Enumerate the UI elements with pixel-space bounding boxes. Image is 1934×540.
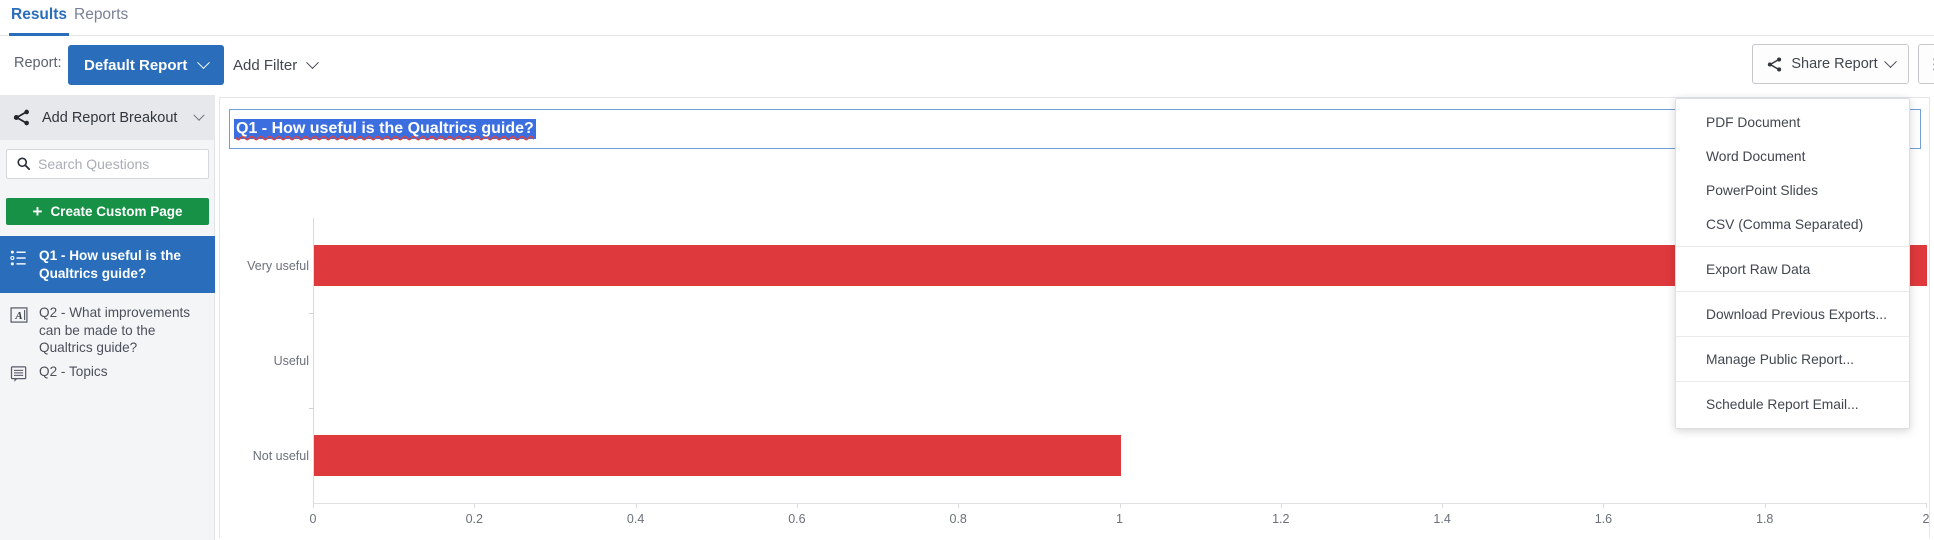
search-box[interactable] — [6, 148, 209, 179]
topics-comment-icon — [10, 366, 27, 382]
share-report-button[interactable]: Share Report — [1752, 44, 1909, 84]
menu-separator — [1676, 291, 1909, 292]
share-nodes-icon — [13, 109, 29, 126]
default-report-button[interactable]: Default Report — [68, 45, 225, 85]
sidebar-item-q1[interactable]: Q1 - How useful is the Qualtrics guide? — [0, 236, 215, 293]
share-menu-item[interactable]: PDF Document — [1676, 105, 1909, 139]
share-report-label: Share Report — [1791, 56, 1878, 72]
create-custom-page-label: Create Custom Page — [50, 204, 183, 219]
x-axis-tick-mark — [474, 503, 476, 508]
x-axis-tick-mark — [313, 503, 314, 508]
share-report-menu: PDF Document Word Document PowerPoint Slid… — [1675, 98, 1910, 429]
y-axis-tick-mark — [309, 408, 314, 409]
add-report-breakout-label: Add Report Breakout — [42, 109, 178, 126]
report-label: Report: — [14, 55, 62, 71]
chevron-down-icon — [197, 55, 211, 69]
x-axis-tick-label: 1 — [1116, 512, 1123, 526]
x-axis-tick-mark — [796, 503, 798, 508]
x-axis-tick-label: 2 — [1922, 512, 1930, 526]
share-menu-item[interactable]: Schedule Report Email... — [1676, 387, 1909, 421]
x-axis-tick-mark — [1119, 503, 1121, 508]
share-menu-item[interactable]: Export Raw Data — [1676, 252, 1909, 286]
share-nodes-icon — [1768, 56, 1782, 72]
chart-title-input[interactable]: Q1 - How useful is the Qualtrics guide? — [229, 109, 1921, 149]
share-menu-item[interactable]: CSV (Comma Separated) — [1676, 207, 1909, 241]
add-report-breakout-button[interactable]: Add Report Breakout — [0, 95, 215, 140]
tab-reports-label: Reports — [74, 6, 129, 23]
search-questions-container — [0, 140, 215, 187]
plus-icon: + — [32, 202, 43, 221]
x-axis-tick-mark — [1764, 503, 1766, 508]
x-axis-tick-label: 1.4 — [1433, 512, 1451, 526]
x-axis-tick-mark — [1926, 503, 1927, 508]
x-axis-tick-mark — [1280, 503, 1282, 508]
tab-results-label: Results — [11, 6, 67, 23]
x-axis-tick-mark — [1442, 503, 1444, 508]
x-axis-tick-label: 0.8 — [949, 512, 967, 526]
y-axis-tick-label: Not useful — [252, 448, 309, 463]
bar[interactable] — [314, 435, 1121, 476]
menu-separator — [1676, 381, 1909, 382]
tab-reports[interactable]: Reports — [72, 0, 130, 36]
add-filter-button[interactable]: Add Filter — [233, 45, 320, 85]
share-menu-item[interactable]: Word Document — [1676, 139, 1909, 173]
y-axis-tick-label: Useful — [273, 353, 309, 368]
sidebar-item-q2-text[interactable]: A Q2 - What improvements can be made to … — [0, 293, 215, 355]
sidebar-item-q2-topics[interactable]: Q2 - Topics — [0, 352, 215, 392]
report-toolbar: Report: Default Report Add Filter Share … — [0, 36, 1934, 95]
svg-text:A: A — [14, 310, 22, 322]
add-filter-label: Add Filter — [233, 56, 298, 74]
multiple-choice-icon — [10, 250, 26, 266]
chart-card: Q1 - How useful is the Qualtrics guide? … — [219, 97, 1930, 538]
x-axis-tick-mark — [635, 503, 637, 508]
create-custom-page-button[interactable]: + Create Custom Page — [6, 198, 209, 225]
more-options-button[interactable]: ⋮ — [1918, 44, 1934, 84]
bar-chart-plot: Very useful Useful Not useful 0 0.2 0.4 0.6 0.… — [247, 218, 1929, 526]
y-axis-tick-label: Very useful — [247, 258, 309, 273]
sidebar-item-q2-topics-label: Q2 - Topics — [39, 364, 108, 379]
x-axis-tick-label: 1.8 — [1755, 512, 1774, 526]
x-axis-tick-label: 0.6 — [788, 512, 806, 526]
search-icon — [17, 157, 31, 171]
sidebar-item-q1-label: Q1 - How useful is the Qualtrics guide? — [39, 248, 181, 281]
x-axis-tick-label: 0.2 — [465, 512, 483, 526]
chevron-down-icon — [306, 55, 320, 69]
share-menu-item[interactable]: Download Previous Exports... — [1676, 297, 1909, 331]
report-sidebar: Add Report Breakout + Create Custom Page… — [0, 95, 215, 540]
chart-title-text: Q1 - How useful is the Qualtrics guide? — [234, 119, 536, 139]
y-axis-tick-mark — [309, 313, 314, 314]
x-axis-tick-mark — [1603, 503, 1605, 508]
chevron-down-icon — [193, 109, 205, 121]
more-options-icon: ⋮ — [1926, 56, 1934, 73]
menu-separator — [1676, 246, 1909, 247]
search-questions-input[interactable] — [38, 155, 198, 172]
x-axis-tick-mark — [958, 503, 960, 508]
x-axis-tick-label: 0.4 — [626, 512, 645, 526]
share-menu-item[interactable]: PowerPoint Slides — [1676, 173, 1909, 207]
top-tab-bar: Results Reports — [0, 0, 1934, 36]
share-menu-item[interactable]: Manage Public Report... — [1676, 342, 1909, 376]
menu-separator — [1676, 336, 1909, 337]
x-axis-tick-label: 1.6 — [1594, 512, 1613, 526]
x-axis-tick-label: 0 — [309, 512, 317, 526]
tab-results[interactable]: Results — [9, 0, 69, 36]
sidebar-item-q2-text-label: Q2 - What improvements can be made to th… — [39, 305, 191, 355]
chevron-down-icon — [1883, 54, 1897, 68]
text-entry-icon: A — [10, 307, 28, 323]
default-report-label: Default Report — [84, 56, 188, 74]
x-axis-tick-label: 1.2 — [1272, 512, 1290, 526]
